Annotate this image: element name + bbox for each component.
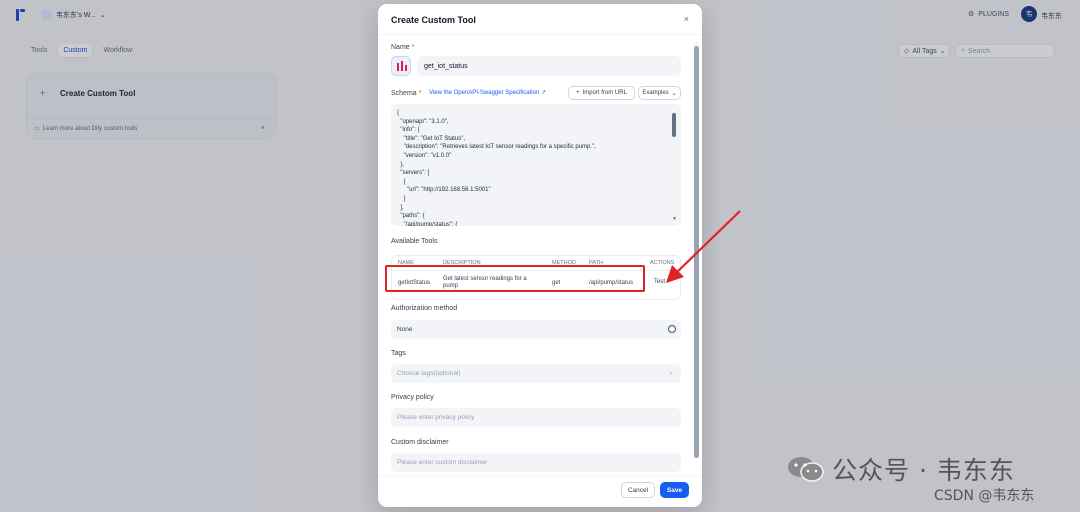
tags-placeholder: Choose tags(optional) bbox=[397, 370, 461, 377]
external-link-icon: ↗ bbox=[540, 90, 546, 96]
plus-icon: + bbox=[576, 90, 580, 96]
auth-method-select[interactable]: None bbox=[391, 320, 681, 339]
disclaimer-placeholder: Please enter custom disclaimer bbox=[397, 459, 488, 466]
chevron-down-icon: ⌄ bbox=[671, 90, 677, 97]
save-button[interactable]: Save bbox=[660, 482, 689, 498]
disclaimer-label: Custom disclaimer bbox=[391, 439, 449, 446]
custom-disclaimer-input[interactable]: Please enter custom disclaimer bbox=[391, 453, 681, 472]
name-label-text: Name bbox=[391, 44, 410, 51]
tags-select[interactable]: Choose tags(optional) ⌄ bbox=[391, 364, 681, 383]
schema-scrollbar[interactable] bbox=[672, 113, 676, 137]
tool-icon-bar bbox=[401, 61, 403, 71]
schema-text: { "openapi": "3.1.0", "info": { "title":… bbox=[397, 110, 596, 226]
gear-icon[interactable] bbox=[668, 325, 676, 333]
highlight-box bbox=[385, 265, 645, 292]
chevron-down-icon: ⌄ bbox=[668, 369, 674, 376]
modal-title: Create Custom Tool bbox=[391, 15, 476, 25]
footer-divider bbox=[378, 476, 702, 477]
cancel-button[interactable]: Cancel bbox=[621, 482, 655, 498]
wechat-icon bbox=[786, 456, 826, 482]
wechat-watermark-text: 公众号 · 韦东东 bbox=[832, 456, 1015, 485]
required-mark: * bbox=[411, 44, 415, 51]
required-mark: * bbox=[418, 90, 422, 97]
schema-label-text: Schema bbox=[391, 90, 417, 97]
create-custom-tool-modal: Create Custom Tool × Name * get_iot_statu… bbox=[378, 4, 702, 507]
privacy-placeholder: Please enter privacy policy bbox=[397, 414, 475, 421]
tool-icon-bar bbox=[397, 63, 399, 71]
auth-label: Authorization method bbox=[391, 305, 458, 312]
schema-label: Schema * bbox=[391, 90, 421, 97]
schema-editor[interactable]: { "openapi": "3.1.0", "info": { "title":… bbox=[391, 104, 681, 226]
tags-label: Tags bbox=[391, 350, 406, 357]
csdn-watermark: CSDN @韦东东 bbox=[934, 488, 1035, 504]
openapi-spec-link[interactable]: View the OpenAPI-Swagger Specification ↗ bbox=[429, 89, 546, 96]
wechat-watermark: 公众号 · 韦东东 bbox=[786, 451, 1015, 487]
available-tools-label: Available Tools bbox=[391, 238, 438, 245]
examples-button-label: Examples bbox=[642, 90, 669, 96]
name-field[interactable]: get_iot_status bbox=[417, 56, 681, 76]
import-from-url-button[interactable]: + Import from URL bbox=[568, 86, 635, 100]
close-icon[interactable]: × bbox=[684, 14, 689, 24]
spec-link-text: View the OpenAPI-Swagger Specification bbox=[429, 90, 540, 96]
tool-icon-bar bbox=[405, 65, 407, 71]
annotation-arrow bbox=[666, 210, 741, 283]
examples-button[interactable]: Examples ⌄ bbox=[638, 86, 681, 100]
auth-value: None bbox=[397, 326, 413, 333]
privacy-policy-input[interactable]: Please enter privacy policy bbox=[391, 408, 681, 427]
import-button-label: Import from URL bbox=[582, 90, 627, 96]
tool-icon-picker[interactable] bbox=[391, 56, 411, 76]
privacy-label: Privacy policy bbox=[391, 394, 434, 401]
modal-divider bbox=[378, 34, 702, 35]
name-label: Name * bbox=[391, 44, 414, 51]
